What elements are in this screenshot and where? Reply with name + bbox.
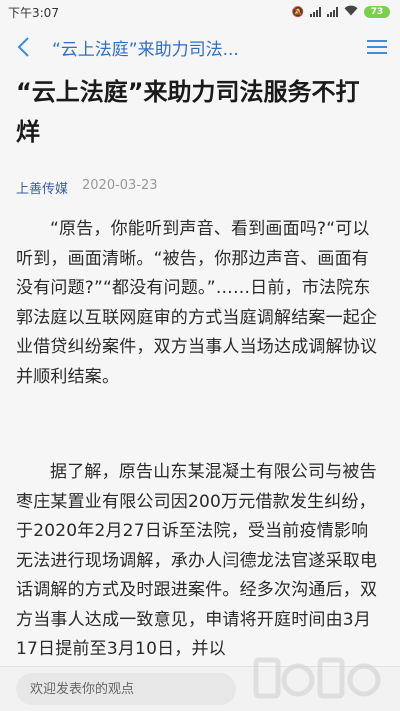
article-date: 2020-03-23 [82, 178, 158, 193]
menu-button[interactable] [354, 24, 400, 70]
hamburger-menu-icon [367, 40, 387, 54]
status-time: 下午3:07 [8, 5, 59, 20]
article-paragraph: “原告，你能听到声音、看到画面吗?“可以听到，画面清晰。“被告，你那边声音、画面… [16, 219, 378, 387]
nav-title: “云上法庭”来助力司法... [52, 39, 239, 60]
watermark-logo [253, 657, 381, 699]
signal-2-icon [327, 7, 338, 17]
back-button[interactable] [0, 24, 46, 70]
status-icons: 🔕 73 [292, 5, 390, 19]
signal-icon [310, 7, 321, 17]
article: “云上法庭”来助力司法服务不打烊 上善传媒 2020-03-23 “原告，你能听… [0, 70, 400, 665]
article-title: “云上法庭”来助力司法服务不打烊 [16, 78, 360, 146]
nav-header: “云上法庭”来助力司法... [0, 24, 400, 70]
status-bar: 下午3:07 🔕 73 [0, 0, 400, 24]
article-author[interactable]: 上善传媒 [16, 178, 68, 197]
comment-input[interactable] [16, 673, 236, 705]
chevron-left-icon [17, 37, 29, 57]
article-meta: 上善传媒 2020-03-23 [0, 152, 400, 197]
mute-icon: 🔕 [291, 6, 304, 18]
article-paragraph: 据了解，原告山东某混凝土有限公司与被告枣庄某置业有限公司因200万元借款发生纠纷… [16, 462, 378, 659]
battery-icon: 73 [364, 6, 390, 18]
wifi-icon [344, 5, 358, 19]
